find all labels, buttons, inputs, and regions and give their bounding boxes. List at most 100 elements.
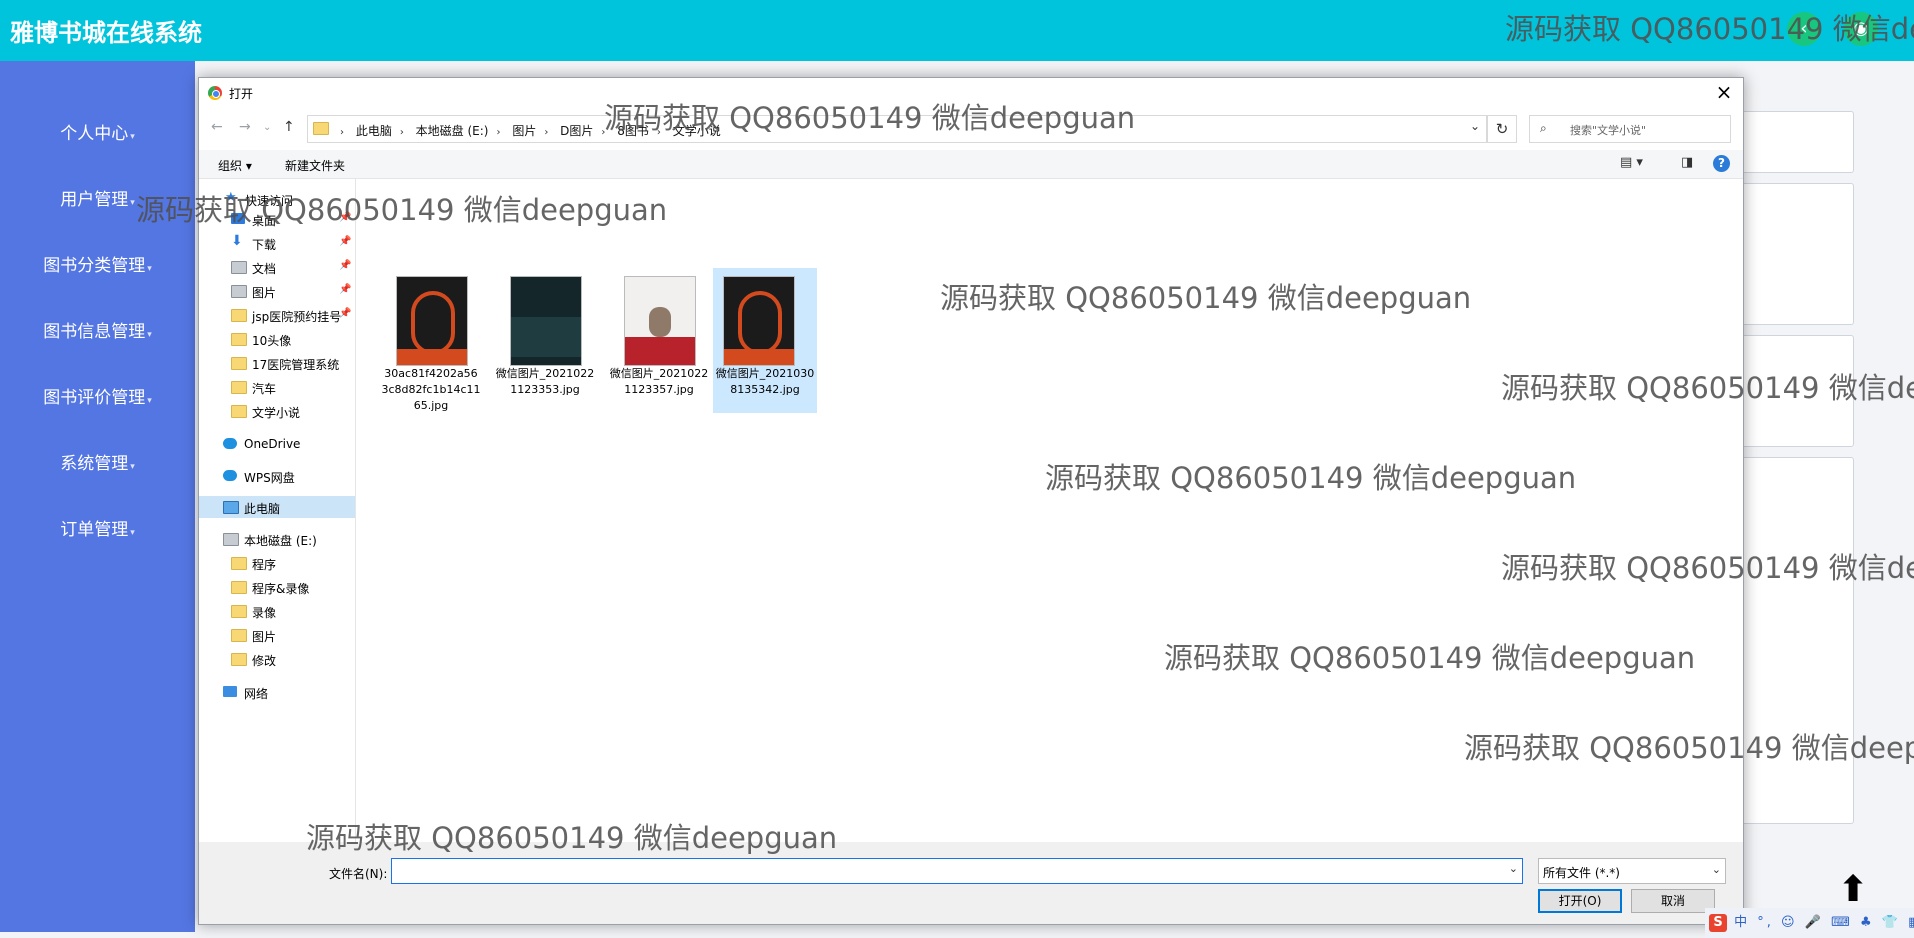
breadcrumb-item[interactable]: 图片 — [512, 124, 536, 138]
folder-icon — [231, 653, 247, 666]
open-button[interactable]: 打开(O) — [1538, 889, 1622, 913]
pin-icon: 📌 — [339, 260, 352, 271]
pictures-icon — [231, 285, 247, 298]
nav-item-folder[interactable]: 汽车 — [199, 376, 355, 398]
folder-icon — [313, 122, 329, 135]
file-name: 微信图片_20210221123353.jpg — [495, 367, 595, 396]
caret-down-icon: ▾ — [130, 462, 135, 472]
nav-item-documents[interactable]: 文档 📌 — [199, 256, 355, 278]
file-list: 30ac81f4202a563c8d82fc1b14c1165.jpg 微信图片… — [357, 178, 1741, 842]
breadcrumb-item[interactable]: 文学小说 — [673, 124, 721, 138]
pane-divider — [355, 178, 356, 842]
nav-network[interactable]: 网络 — [199, 681, 355, 703]
pin-icon: 📌 — [339, 212, 352, 223]
nav-drive[interactable]: 本地磁盘 (E:) — [199, 528, 355, 550]
nav-item-folder[interactable]: jsp医院预约挂号 📌 — [199, 304, 355, 326]
nav-item-downloads[interactable]: ⬇ 下载 📌 — [199, 232, 355, 254]
breadcrumb-item[interactable]: 8图书 — [617, 124, 649, 138]
sidebar-item-personal[interactable]: 个人中心 ▾ — [0, 119, 195, 144]
top-bar: 雅博书城在线系统 ‹ ◉ — [0, 0, 1914, 61]
file-name: 微信图片_20210308135342.jpg — [715, 367, 815, 396]
sidebar-item-system[interactable]: 系统管理 ▾ — [0, 449, 195, 474]
cloud-icon — [223, 470, 237, 481]
book-thumbnail — [510, 276, 582, 366]
file-name: 微信图片_20210221123357.jpg — [609, 367, 709, 396]
nav-drive-folder[interactable]: 图片 — [199, 624, 355, 646]
file-item[interactable]: 微信图片_20210221123353.jpg — [493, 268, 597, 413]
forward-arrow-icon[interactable]: → — [239, 119, 251, 135]
file-item[interactable]: 微信图片_20210221123357.jpg — [607, 268, 711, 413]
nav-this-pc[interactable]: 此电脑 — [199, 496, 355, 518]
nav-drive-folder[interactable]: 程序&录像 — [199, 576, 355, 598]
book-thumbnail — [624, 276, 696, 366]
dialog-title-bar: 打开 × — [199, 78, 1743, 108]
folder-icon — [231, 357, 247, 370]
breadcrumb: › 此电脑 › 本地磁盘 (E:) › 图片 › D图片 › 8图书 › 文学小说 — [340, 124, 721, 138]
address-row: ← → ⌄ ↑ › 此电脑 › 本地磁盘 (E:) › 图片 › D图片 › 8图书 › … — [199, 112, 1743, 144]
address-bar[interactable]: › 此电脑 › 本地磁盘 (E:) › 图片 › D图片 › 8图书 › 文学小说 ⌄ — [307, 115, 1487, 143]
nav-quick-access[interactable]: ★ 快速访问 — [199, 188, 355, 210]
up-arrow-icon[interactable]: ↑ — [283, 119, 295, 135]
file-item[interactable]: 30ac81f4202a563c8d82fc1b14c1165.jpg — [379, 268, 483, 413]
new-folder-button[interactable]: 新建文件夹 — [285, 157, 345, 174]
preview-pane-icon[interactable]: ◨ — [1681, 155, 1693, 170]
help-icon[interactable]: ? — [1713, 155, 1730, 172]
user-icon[interactable]: ◉ — [1844, 12, 1878, 46]
filename-input[interactable]: ⌄ — [391, 858, 1523, 884]
breadcrumb-item[interactable]: D图片 — [560, 124, 593, 138]
nav-drive-folder[interactable]: 程序 — [199, 552, 355, 574]
dialog-footer: 文件名(N): ⌄ 所有文件 (*.*) ⌄ 打开(O) 取消 — [199, 842, 1743, 924]
drive-icon — [223, 533, 239, 546]
sidebar-item-book-info[interactable]: 图书信息管理 ▾ — [0, 317, 195, 342]
cancel-button[interactable]: 取消 — [1631, 889, 1715, 913]
sidebar-item-book-review[interactable]: 图书评价管理 ▾ — [0, 383, 195, 408]
filetype-select[interactable]: 所有文件 (*.*) ⌄ — [1538, 858, 1726, 884]
chevron-down-icon[interactable]: ⌄ — [1509, 862, 1518, 875]
book-thumbnail — [396, 276, 468, 366]
nav-item-folder[interactable]: 17医院管理系统 — [199, 352, 355, 374]
nav-item-pictures[interactable]: 图片 📌 — [199, 280, 355, 302]
star-icon: ★ — [225, 190, 237, 205]
sidebar-item-users[interactable]: 用户管理 ▾ — [0, 185, 195, 210]
close-icon[interactable]: × — [1711, 80, 1737, 104]
chevron-down-icon: ⌄ — [1711, 863, 1721, 876]
recent-dropdown-icon[interactable]: ⌄ — [263, 122, 271, 133]
nav-drive-folder[interactable]: 修改 — [199, 648, 355, 670]
sidebar-item-orders[interactable]: 订单管理 ▾ — [0, 515, 195, 540]
scroll-top-icon[interactable]: ⬆ — [1838, 872, 1868, 908]
breadcrumb-item[interactable]: 此电脑 — [356, 124, 392, 138]
network-icon — [223, 686, 237, 697]
computer-icon — [223, 501, 239, 514]
organize-button[interactable]: 组织 ▾ — [218, 157, 252, 174]
sidebar-item-book-category[interactable]: 图书分类管理 ▾ — [0, 251, 195, 276]
folder-icon — [231, 605, 247, 618]
nav-wps[interactable]: WPS网盘 — [199, 465, 355, 487]
nav-item-folder[interactable]: 10头像 — [199, 328, 355, 350]
file-item-selected[interactable]: 微信图片_20210308135342.jpg — [713, 268, 817, 413]
chevron-down-icon[interactable]: ⌄ — [1470, 119, 1480, 133]
app-title: 雅博书城在线系统 — [10, 19, 202, 47]
pin-icon: 📌 — [339, 284, 352, 295]
sogou-icon: S — [1709, 914, 1727, 932]
back-icon[interactable]: ‹ — [1787, 12, 1821, 46]
book-thumbnail — [723, 276, 795, 366]
view-options-icon[interactable]: ▤ ▾ — [1620, 155, 1643, 170]
ime-mode[interactable]: 中 — [1734, 915, 1750, 930]
caret-down-icon: ▾ — [147, 264, 152, 274]
back-arrow-icon[interactable]: ← — [211, 119, 223, 135]
search-icon: ⌕ — [1540, 121, 1547, 135]
ime-tray[interactable]: S 中 °, ☺ 🎤 ⌨ ♣ 👕 ▦ — [1705, 908, 1914, 938]
caret-down-icon: ▾ — [130, 198, 135, 208]
nav-item-desktop[interactable]: 桌面 📌 — [199, 208, 355, 230]
folder-icon — [231, 581, 247, 594]
caret-down-icon: ▾ — [130, 528, 135, 538]
folder-icon — [231, 629, 247, 642]
nav-onedrive[interactable]: OneDrive — [199, 433, 355, 455]
filetype-value: 所有文件 (*.*) — [1543, 866, 1620, 880]
breadcrumb-item[interactable]: 本地磁盘 (E:) — [416, 124, 489, 138]
search-input[interactable]: ⌕ 搜索"文学小说" — [1529, 115, 1731, 143]
open-file-dialog: 打开 × ← → ⌄ ↑ › 此电脑 › 本地磁盘 (E:) › 图片 › D图片 › … — [198, 77, 1744, 925]
nav-drive-folder[interactable]: 录像 — [199, 600, 355, 622]
nav-item-folder[interactable]: 文学小说 — [199, 400, 355, 422]
refresh-icon[interactable]: ↻ — [1487, 115, 1517, 143]
